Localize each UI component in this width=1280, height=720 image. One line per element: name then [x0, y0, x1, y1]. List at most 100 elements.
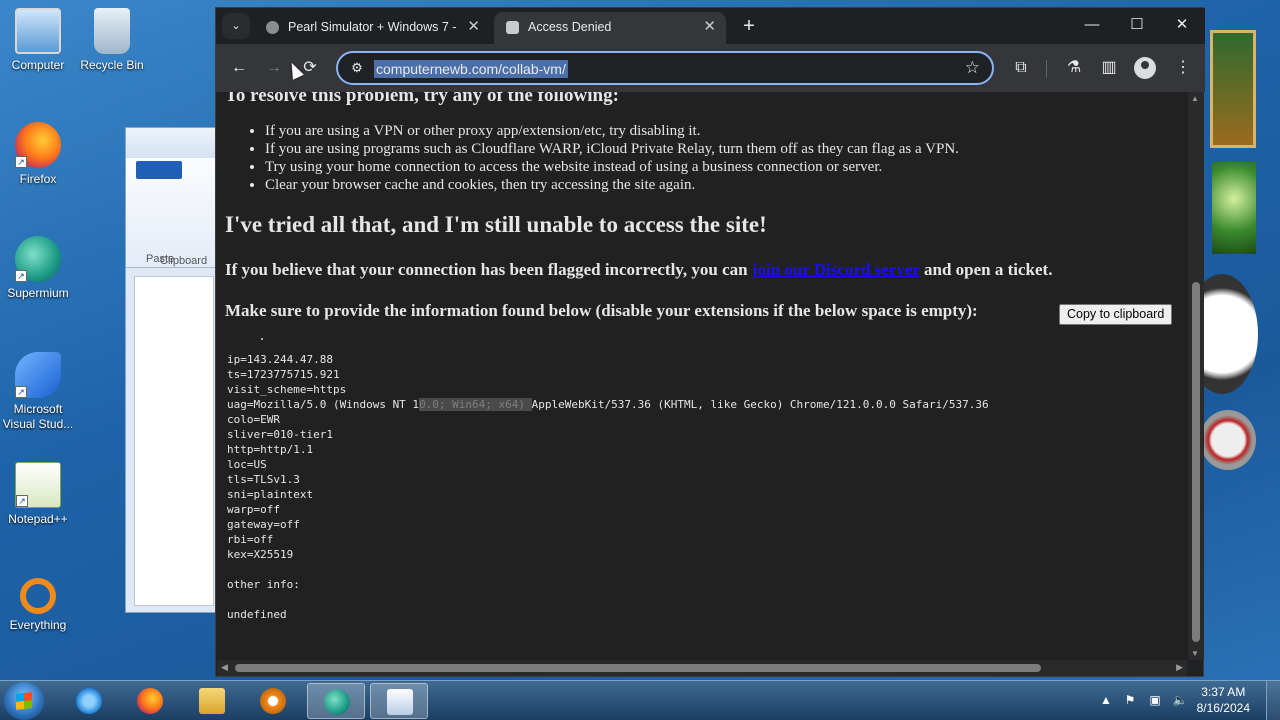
info-line: loc=US: [227, 458, 267, 471]
taskbar-firefox[interactable]: [121, 683, 179, 719]
close-window-button[interactable]: ✕: [1159, 8, 1205, 44]
forward-button[interactable]: →: [261, 55, 287, 81]
firefox-icon: ↗: [15, 122, 61, 168]
tab-favicon-icon: [506, 21, 519, 34]
toolbar: ← → ⟳ ⚙ computernewb.com/collab-vm/ ☆ ⧉ …: [216, 44, 1205, 92]
background-window[interactable]: Paste Clipboard: [125, 127, 225, 613]
internet-explorer-icon: [76, 688, 102, 714]
tab-search-button[interactable]: ⌄: [222, 13, 250, 39]
close-tab-icon[interactable]: ✕: [467, 12, 480, 42]
taskbar-internet-explorer[interactable]: [60, 683, 118, 719]
info-line-uag: uag=Mozilla/5.0 (Windows NT 10.0; Win64;…: [227, 397, 989, 412]
tab-strip: ⌄ Pearl Simulator + Windows 7 - ✕ Access…: [216, 8, 1205, 44]
desktop-icon-recycle-bin[interactable]: Recycle Bin: [74, 8, 150, 73]
desktop-icon-label: Everything: [9, 618, 67, 632]
desktop-icon-everything[interactable]: Everything: [0, 574, 76, 633]
menu-button[interactable]: ⋮: [1170, 55, 1196, 81]
network-icon[interactable]: ▣: [1147, 693, 1163, 709]
taskbar-wordpad[interactable]: [370, 683, 428, 719]
folder-icon: [199, 688, 225, 714]
side-panel-icon: ▥: [1101, 59, 1117, 76]
extensions-button[interactable]: ⧉: [1008, 55, 1034, 81]
taskbar-supermium[interactable]: [307, 683, 365, 719]
page-content: To resolve this problem, try any of the …: [217, 92, 1187, 660]
desktop-icon-label: Microsoft Visual Stud...: [2, 402, 74, 431]
slideshow-gadget[interactable]: [1212, 162, 1256, 254]
new-tab-button[interactable]: +: [736, 14, 762, 40]
calendar-gadget[interactable]: [1210, 30, 1256, 148]
start-button[interactable]: [4, 682, 44, 720]
address-bar[interactable]: ⚙ computernewb.com/collab-vm/ ☆: [336, 51, 994, 85]
copy-to-clipboard-button[interactable]: Copy to clipboard: [1059, 304, 1173, 325]
page-heading: I've tried all that, and I'm still unabl…: [225, 212, 767, 237]
back-button[interactable]: ←: [226, 55, 252, 81]
ribbon-file-tab[interactable]: [136, 161, 182, 179]
list-item: Clear your browser cache and cookies, th…: [265, 176, 959, 194]
taskbar-media-player[interactable]: [244, 683, 302, 719]
cpu-meter-gadget[interactable]: [1200, 410, 1256, 470]
scroll-up-icon[interactable]: ▲: [1191, 94, 1199, 103]
flag-text: and open a ticket.: [919, 260, 1053, 279]
discord-link[interactable]: join our Discord server: [752, 260, 920, 279]
show-desktop-button[interactable]: [1266, 681, 1280, 720]
tab-access-denied[interactable]: Access Denied ✕: [494, 12, 726, 44]
scroll-right-icon[interactable]: ▶: [1176, 662, 1183, 673]
info-line: other info:: [227, 578, 300, 591]
info-line: colo=EWR: [227, 413, 280, 426]
flag-text: If you believe that your connection has …: [225, 260, 752, 279]
diagnostic-info-block[interactable]: ip=143.244.47.88 ts=1723775715.921 visit_s…: [227, 352, 989, 622]
taskbar-explorer[interactable]: [183, 683, 241, 719]
vertical-scrollbar[interactable]: ▲ ▼: [1188, 92, 1204, 660]
url-text[interactable]: computernewb.com/collab-vm/: [374, 60, 568, 78]
labs-button[interactable]: ⚗: [1061, 55, 1087, 81]
tab-pearl-simulator[interactable]: Pearl Simulator + Windows 7 - ✕: [254, 12, 490, 44]
scroll-down-icon[interactable]: ▼: [1191, 649, 1199, 658]
navigation-pane: [134, 276, 214, 606]
desktop-icon-supermium[interactable]: ↗ Supermium: [0, 236, 76, 301]
profile-avatar[interactable]: [1134, 57, 1156, 79]
desktop-icon-label: Firefox: [19, 172, 57, 186]
supermium-icon: [324, 689, 350, 715]
bookmark-star-icon[interactable]: ☆: [965, 58, 980, 78]
clock-time: 3:37 AM: [1201, 685, 1246, 699]
minimize-button[interactable]: —: [1069, 8, 1115, 44]
recycle-bin-icon: [94, 8, 130, 54]
action-center-flag-icon[interactable]: ⚑: [1122, 693, 1138, 709]
horizontal-scrollbar[interactable]: ◀ ▶: [217, 660, 1187, 676]
info-line: ip=143.244.47.88: [227, 353, 333, 366]
info-line: sni=plaintext: [227, 488, 314, 501]
tab-title: Access Denied: [528, 20, 612, 34]
scrollbar-thumb[interactable]: [235, 664, 1041, 672]
desktop-icon-label: Computer: [11, 58, 65, 72]
taskbar-clock[interactable]: 3:37 AM 8/16/2024: [1197, 684, 1250, 716]
flask-icon: ⚗: [1066, 59, 1082, 76]
provide-info-paragraph: Make sure to provide the information fou…: [225, 301, 978, 320]
info-line: kex=X25519: [227, 548, 294, 561]
arrow-right-icon: →: [266, 59, 282, 76]
ribbon: Paste: [126, 158, 224, 268]
desktop-icon-firefox[interactable]: ↗ Firefox: [0, 122, 76, 187]
list-item: If you are using programs such as Cloudf…: [265, 140, 959, 158]
site-info-icon[interactable]: ⚙: [348, 59, 366, 77]
desktop-icon-notepadpp[interactable]: ↗ Notepad++: [0, 462, 76, 527]
info-line: http=http/1.1: [227, 443, 314, 456]
side-panel-button[interactable]: ▥: [1096, 55, 1122, 81]
reload-icon: ⟳: [303, 59, 317, 76]
supermium-icon: ↗: [15, 236, 61, 282]
tab-title: Pearl Simulator + Windows 7 -: [288, 20, 457, 34]
info-line: ​: [227, 592, 989, 607]
maximize-button[interactable]: ☐: [1114, 8, 1160, 44]
desktop-icon-computer[interactable]: Computer: [0, 8, 76, 73]
scroll-left-icon[interactable]: ◀: [221, 662, 228, 673]
desktop-icon-visual-studio[interactable]: ↗ Microsoft Visual Stud...: [0, 352, 76, 432]
info-line: sliver=010-tier1: [227, 428, 333, 441]
info-line: visit_scheme=https: [227, 383, 347, 396]
scrollbar-thumb[interactable]: [1192, 282, 1200, 642]
wordpad-icon: [387, 689, 413, 715]
list-item: Try using your home connection to access…: [265, 158, 959, 176]
toolbar-divider: [1046, 60, 1047, 78]
close-tab-icon[interactable]: ✕: [703, 12, 716, 42]
show-hidden-icons-button[interactable]: ▲: [1098, 693, 1114, 709]
volume-muted-icon[interactable]: 🔈: [1172, 693, 1188, 709]
info-line: ​: [227, 562, 989, 577]
